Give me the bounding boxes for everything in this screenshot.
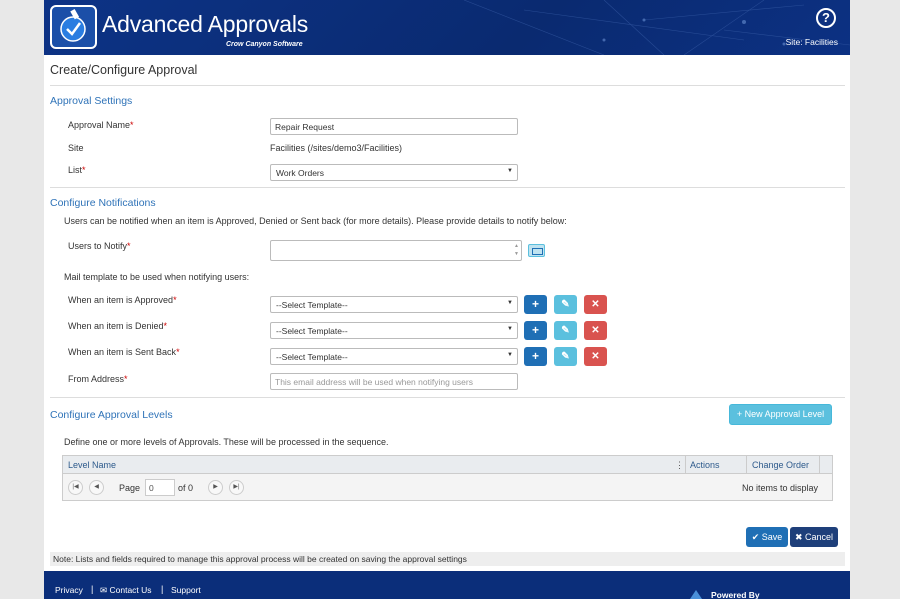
contact-us-link[interactable]: ✉ Contact Us <box>100 585 152 596</box>
from-address-input[interactable]: This email address will be used when not… <box>270 373 518 390</box>
column-divider <box>746 456 747 474</box>
next-page-icon[interactable]: ▶ <box>208 480 223 495</box>
column-actions[interactable]: Actions <box>690 460 720 470</box>
edit-approved-template-button[interactable]: ✎ <box>554 295 577 314</box>
footer-separator: | <box>91 584 94 594</box>
approval-check-icon <box>60 9 86 42</box>
column-menu-icon[interactable]: ⋮ <box>675 460 684 471</box>
add-sent-back-template-button[interactable]: + <box>524 347 547 366</box>
site-field-label: Site <box>68 143 84 153</box>
site-value: Facilities (/sites/demo3/Facilities) <box>270 143 403 153</box>
site-label: Site: Facilities <box>785 37 838 47</box>
page-count: of 0 <box>178 483 194 493</box>
delete-approved-template-button[interactable]: ✕ <box>584 295 607 314</box>
denied-template-select[interactable]: --Select Template-- ▼ <box>270 322 518 339</box>
add-approved-template-button[interactable]: + <box>524 295 547 314</box>
column-divider <box>685 456 686 474</box>
last-page-icon[interactable]: ▶| <box>229 480 244 495</box>
section-notifications: Configure Notifications <box>50 197 156 209</box>
mail-template-label: Mail template to be used when notifying … <box>64 272 250 282</box>
crow-canyon-logo-icon <box>690 590 702 599</box>
support-link[interactable]: Support <box>171 585 201 595</box>
powered-by-label: Powered By <box>711 590 760 599</box>
section-approval-settings: Approval Settings <box>50 95 133 107</box>
add-denied-template-button[interactable]: + <box>524 321 547 340</box>
sent-back-template-value: --Select Template-- <box>276 352 348 362</box>
approved-template-value: --Select Template-- <box>276 300 348 310</box>
grid-empty-message: No items to display <box>742 483 819 493</box>
divider <box>50 397 845 398</box>
first-page-icon[interactable]: |◀ <box>68 480 83 495</box>
approval-name-input[interactable]: Repair Request <box>270 118 518 135</box>
sent-back-template-select[interactable]: --Select Template-- ▼ <box>270 348 518 365</box>
users-to-notify-label: Users to Notify* <box>68 241 131 251</box>
app-footer: Privacy | ✉ Contact Us | Support Powered… <box>44 571 850 599</box>
app-logo <box>50 5 97 49</box>
page-number-input[interactable]: 0 <box>145 479 175 496</box>
approved-template-select[interactable]: --Select Template-- ▼ <box>270 296 518 313</box>
from-address-label: From Address* <box>68 374 128 384</box>
approved-template-label: When an item is Approved* <box>68 295 177 305</box>
chevron-down-icon: ▼ <box>507 300 513 306</box>
delete-denied-template-button[interactable]: ✕ <box>584 321 607 340</box>
chevron-down-icon: ▼ <box>507 352 513 358</box>
scroll-arrows-icon: ▲ ▼ <box>514 243 519 257</box>
save-button[interactable]: ✔ Save <box>746 527 788 547</box>
column-change-order[interactable]: Change Order <box>752 460 809 470</box>
footer-separator: | <box>161 584 164 594</box>
prev-page-icon[interactable]: ◀ <box>89 480 104 495</box>
cancel-button[interactable]: ✖ Cancel <box>790 527 838 547</box>
edit-denied-template-button[interactable]: ✎ <box>554 321 577 340</box>
approval-levels-intro: Define one or more levels of Approvals. … <box>64 437 389 447</box>
denied-template-label: When an item is Denied* <box>68 321 168 331</box>
chevron-down-icon: ▼ <box>507 168 513 174</box>
grid-pager: |◀ ◀ Page 0 of 0 ▶ ▶| No items to displa… <box>63 475 832 500</box>
users-to-notify-input[interactable]: ▲ ▼ <box>270 240 522 261</box>
company-name: Crow Canyon Software <box>226 41 303 48</box>
column-divider <box>819 456 820 474</box>
list-label: List* <box>68 165 86 175</box>
address-book-icon[interactable] <box>528 244 545 257</box>
grid-header: Level Name ⋮ Actions Change Order <box>63 456 832 474</box>
list-select[interactable]: Work Orders ▼ <box>270 164 518 181</box>
privacy-link[interactable]: Privacy <box>55 585 83 595</box>
new-approval-level-button[interactable]: + New Approval Level <box>729 404 832 425</box>
page-label: Page <box>119 483 141 493</box>
page-title: Create/Configure Approval <box>50 63 198 77</box>
app-header: Advanced Approvals Crow Canyon Software … <box>44 0 850 55</box>
denied-template-value: --Select Template-- <box>276 326 348 336</box>
divider <box>50 85 845 86</box>
approval-name-label: Approval Name* <box>68 120 134 130</box>
app-frame: Advanced Approvals Crow Canyon Software … <box>44 0 850 599</box>
save-note: Note: Lists and fields required to manag… <box>50 552 845 566</box>
sent-back-template-label: When an item is Sent Back* <box>68 347 180 357</box>
approval-levels-grid: Level Name ⋮ Actions Change Order |◀ ◀ P… <box>62 455 833 501</box>
section-approval-levels: Configure Approval Levels <box>50 409 173 421</box>
list-select-value: Work Orders <box>276 168 325 178</box>
app-title: Advanced Approvals <box>102 11 309 37</box>
edit-sent-back-template-button[interactable]: ✎ <box>554 347 577 366</box>
help-icon[interactable]: ? <box>816 8 836 28</box>
delete-sent-back-template-button[interactable]: ✕ <box>584 347 607 366</box>
chevron-down-icon: ▼ <box>507 326 513 332</box>
notifications-intro: Users can be notified when an item is Ap… <box>64 216 567 226</box>
column-level-name[interactable]: Level Name <box>68 460 116 470</box>
divider <box>50 187 845 188</box>
